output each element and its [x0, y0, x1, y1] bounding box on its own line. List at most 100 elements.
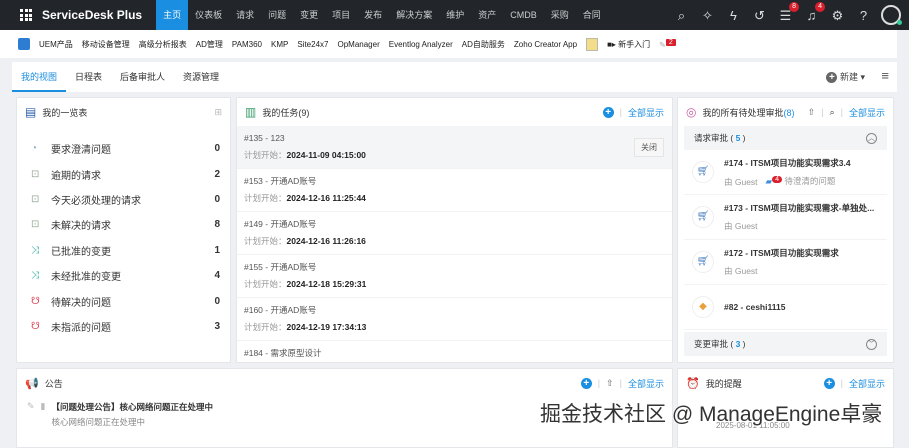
announcement-title[interactable]: 【问题处理公告】核心网络问题正在处理中	[52, 401, 214, 413]
summary-item[interactable]: ⊡ 未解决的请求 8	[17, 212, 230, 237]
help-icon[interactable]: ?	[855, 7, 872, 24]
tab-item[interactable]: 后备审批人	[111, 62, 174, 92]
add-announcement-button[interactable]: +	[580, 377, 592, 389]
tab-item[interactable]: 日程表	[66, 62, 111, 92]
approval-item[interactable]: 🛒︎ #173 - ITSM项目功能实现需求-单独处... 由 Guest	[684, 195, 887, 240]
menu-icon[interactable]: ≡	[881, 68, 889, 83]
task-title[interactable]: #149 - 开通AD账号	[244, 217, 665, 231]
shortcut-link[interactable]: UEM产品	[39, 39, 73, 50]
nav-item[interactable]: 发布	[357, 0, 389, 30]
notepad-icon[interactable]	[586, 37, 599, 51]
announcements-show-all[interactable]: 全部显示	[628, 377, 664, 390]
approvals-show-all[interactable]: 全部显示	[849, 106, 885, 119]
app-grid-icon[interactable]	[20, 9, 32, 21]
nav-item[interactable]: 合同	[576, 0, 608, 30]
tab-item[interactable]: 我的视图	[12, 62, 67, 92]
approval-title[interactable]: #173 - ITSM项目功能实现需求-单独处...	[724, 202, 874, 214]
request-icon: ⊡	[31, 219, 40, 231]
task-title[interactable]: #135 - 123	[244, 131, 665, 145]
shortcut-link[interactable]: PAM360	[232, 40, 262, 49]
edit-icon[interactable]: ✎	[27, 401, 35, 428]
shortcut-link[interactable]: 高级分析报表	[139, 39, 187, 50]
nav-item[interactable]: 维护	[439, 0, 471, 30]
approval-item[interactable]: ◆ #82 - ceshi1115	[684, 285, 887, 330]
task-start: 计划开始：2024-12-16 11:25:44	[244, 188, 665, 208]
add-ticket-icon[interactable]: ✧	[699, 7, 716, 24]
export-icon[interactable]: ⇧	[808, 107, 816, 118]
bug-icon: ☋	[31, 320, 40, 332]
task-title[interactable]: #155 - 开通AD账号	[244, 260, 665, 274]
nav-item[interactable]: 问题	[261, 0, 293, 30]
trash-icon[interactable]: ▮	[41, 401, 46, 428]
shortcut-link[interactable]: Zoho Creator App	[514, 40, 577, 49]
summary-item[interactable]: ⤨ 未经批准的变更 4	[17, 263, 230, 288]
bell-icon[interactable]: ♫ 4	[803, 1, 825, 24]
clarify-tag[interactable]: ▰ 4 待澄清的问题	[766, 175, 835, 186]
nav-item[interactable]: 仪表板	[188, 0, 229, 30]
chevron-down-icon[interactable]: ﹀	[866, 338, 877, 350]
add-task-button[interactable]: +	[602, 106, 614, 118]
chevron-up-icon[interactable]: ︿	[866, 132, 877, 144]
approval-title[interactable]: #82 - ceshi1115	[724, 302, 785, 312]
reminders-show-all[interactable]: 全部显示	[849, 377, 885, 390]
summary-count: 0	[214, 295, 220, 307]
tasks-icon[interactable]: ☰ 8	[777, 1, 799, 24]
nav-item[interactable]: 资产	[471, 0, 503, 30]
shortcut-link[interactable]: KMP	[271, 40, 288, 49]
nav-item[interactable]: 变更	[293, 0, 325, 30]
shortcut-link[interactable]: Eventlog Analyzer	[389, 40, 453, 49]
task-item[interactable]: #184 - 需求原型设计计划开始：2025-05-01 00:00:00	[237, 341, 672, 362]
tasks-show-all[interactable]: 全部显示	[628, 106, 664, 119]
pin-icon[interactable]: ✎ 2	[659, 38, 676, 50]
add-reminder-button[interactable]: +	[823, 377, 835, 389]
summary-item[interactable]: ⤨ 已批准的变更 1	[17, 238, 230, 263]
approval-item[interactable]: 🛒︎ #172 - ITSM项目功能实现需求由 Guest	[684, 240, 887, 285]
change-approvals-section[interactable]: 变更审批 ( 3 ) ﹀	[684, 332, 887, 356]
summary-item[interactable]: ☋ 未指派的问题 3	[17, 314, 230, 339]
tab-item[interactable]: 资源管理	[174, 62, 228, 92]
task-title[interactable]: #184 - 需求原型设计	[244, 346, 665, 360]
announcements-title: 公告	[44, 378, 63, 389]
task-item[interactable]: #149 - 开通AD账号 计划开始：2024-12-16 11:26:16	[237, 212, 672, 255]
history-icon[interactable]: ↺	[751, 7, 768, 24]
task-item[interactable]: #153 - 开通AD账号 计划开始：2024-12-16 11:25:44	[237, 169, 672, 212]
approval-title[interactable]: #172 - ITSM项目功能实现需求	[724, 247, 839, 259]
shortcut-link[interactable]: AD自助服务	[462, 39, 505, 50]
search-icon[interactable]: ⌕	[830, 107, 835, 118]
task-item[interactable]: #160 - 开通AD账号 计划开始：2024-12-19 17:34:13	[237, 298, 672, 341]
summary-item[interactable]: ◔ 要求澄清问题 0	[17, 136, 230, 161]
summary-item[interactable]: ⊡ 今天必须处理的请求 0	[17, 187, 230, 212]
approvals-count: (8)	[783, 107, 795, 118]
task-item[interactable]: #155 - 开通AD账号 计划开始：2024-12-18 15:29:31	[237, 255, 672, 298]
shortcut-link[interactable]: Site24x7	[297, 40, 328, 49]
new-button[interactable]: + 新建 ▾	[826, 70, 865, 83]
task-title[interactable]: #153 - 开通AD账号	[244, 174, 665, 188]
brand-logo[interactable]: ServiceDesk Plus	[42, 8, 142, 22]
avatar[interactable]	[881, 5, 902, 25]
nav-item[interactable]: 请求	[229, 0, 261, 30]
nav-item[interactable]: 项目	[325, 0, 357, 30]
nav-item[interactable]: CMDB	[503, 0, 544, 30]
approval-item[interactable]: 🛒︎ #174 - ITSM项目功能实现需求3.4 由 Guest ▰ 4 待澄清的问题	[684, 150, 887, 195]
start-label: 计划开始：	[244, 236, 287, 246]
task-item[interactable]: #135 - 123 计划开始：2024-11-09 04:15:00 关闭	[237, 126, 672, 169]
nav-item[interactable]: 采购	[544, 0, 576, 30]
shortcut-link[interactable]: OpManager	[337, 40, 379, 49]
task-title[interactable]: #160 - 开通AD账号	[244, 303, 665, 317]
shortcut-link[interactable]: AD管理	[196, 39, 223, 50]
approval-title[interactable]: #174 - ITSM项目功能实现需求3.4	[724, 157, 851, 169]
gear-icon[interactable]: ⚙	[829, 7, 846, 24]
shortcut-link[interactable]: 移动设备管理	[82, 39, 130, 50]
summary-item[interactable]: ☋ 待解决的问题 0	[17, 288, 230, 313]
export-icon[interactable]: ⇧	[606, 378, 614, 389]
close-task-button[interactable]: 关闭	[634, 138, 664, 157]
search-icon[interactable]: ⌕	[673, 7, 690, 24]
nav-item[interactable]: 解决方案	[389, 0, 439, 30]
customize-icon[interactable]: ⊞	[214, 107, 222, 118]
request-approvals-section[interactable]: 请求审批 ( 5 ) ︿	[684, 126, 887, 150]
approvals-title: 我的所有待处理审批	[702, 107, 784, 118]
quick-action-icon[interactable]: ϟ	[725, 7, 742, 24]
summary-item[interactable]: ⊡ 逾期的请求 2	[17, 161, 230, 186]
nav-item[interactable]: 主页	[156, 0, 189, 30]
getting-started-link[interactable]: ■▸ 新手入门	[607, 39, 650, 50]
